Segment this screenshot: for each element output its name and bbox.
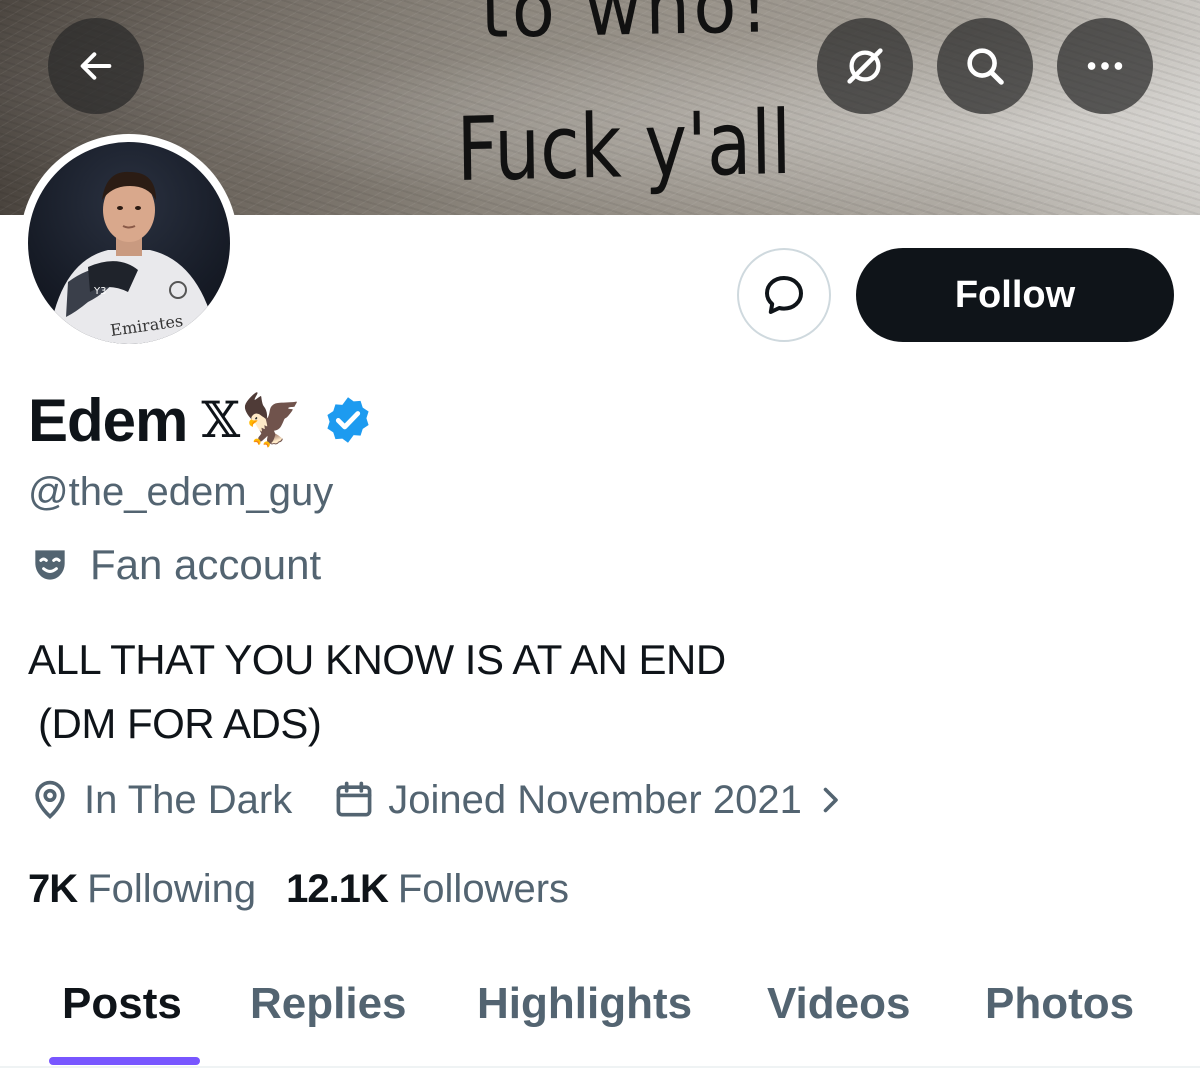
arrow-left-icon (80, 52, 112, 80)
tabs-divider (0, 1066, 1200, 1068)
search-icon (967, 48, 1004, 85)
banner-text-line2: Fuck y'all (456, 90, 792, 201)
verified-badge-icon[interactable] (322, 394, 374, 446)
location-pin-icon (35, 780, 65, 819)
chevron-right-icon (823, 787, 838, 813)
more-horizontal-icon (1087, 62, 1123, 70)
active-tab-indicator (49, 1057, 200, 1065)
calendar-icon (336, 781, 372, 817)
display-name: Edem (28, 386, 188, 454)
profile-tabs: Posts Replies Highlights Videos Photos (0, 960, 1200, 1080)
follow-button[interactable]: Follow (856, 248, 1174, 342)
follow-stats: 7K Following 12.1K Followers (28, 864, 569, 914)
followers-stat[interactable]: 12.1K Followers (286, 867, 569, 912)
banner-text-line1: to who! (480, 0, 773, 56)
tab-photos[interactable]: Photos (985, 974, 1134, 1034)
following-count: 7K (28, 866, 78, 911)
avatar-photo: Y3 (48, 171, 218, 344)
svg-text:Y3: Y3 (93, 286, 106, 297)
search-button[interactable] (937, 18, 1033, 114)
back-button[interactable] (48, 18, 144, 114)
profile-category: Fan account (28, 540, 321, 590)
profile-bio: ALL THAT YOU KNOW IS AT AN END (DM FOR A… (28, 628, 726, 756)
profile-meta: In The Dark Joined November 2021 (28, 775, 848, 825)
x-logo-glyph: 𝕏 (201, 391, 241, 449)
following-stat[interactable]: 7K Following (28, 867, 256, 912)
category-label: Fan account (90, 541, 322, 588)
joined-item[interactable]: Joined November 2021 (332, 778, 848, 823)
tab-highlights[interactable]: Highlights (477, 974, 692, 1034)
grok-button[interactable] (817, 18, 913, 114)
display-name-row: Edem 𝕏 🦅 (28, 380, 374, 460)
theater-masks-icon (35, 550, 65, 580)
profile-handle: @the_edem_guy (28, 470, 334, 514)
followers-count: 12.1K (286, 866, 389, 911)
following-label: Following (87, 866, 257, 911)
avatar-ring[interactable]: Y3 Emirates (20, 134, 238, 352)
grok-icon (847, 48, 883, 84)
message-button[interactable] (737, 248, 831, 342)
location-text: In The Dark (84, 777, 293, 822)
more-button[interactable] (1057, 18, 1153, 114)
eagle-emoji: 🦅 (240, 391, 303, 448)
followers-label: Followers (397, 866, 570, 911)
bio-line-1: ALL THAT YOU KNOW IS AT AN END (28, 636, 726, 683)
tab-videos[interactable]: Videos (767, 974, 910, 1034)
tab-posts[interactable]: Posts (62, 974, 182, 1034)
tab-replies[interactable]: Replies (250, 974, 407, 1034)
location-item: In The Dark (28, 778, 292, 823)
bio-line-2: (DM FOR ADS) (38, 700, 322, 747)
joined-text: Joined November 2021 (388, 777, 802, 822)
message-bubble-icon (765, 276, 803, 314)
avatar[interactable]: Y3 Emirates (28, 142, 230, 344)
